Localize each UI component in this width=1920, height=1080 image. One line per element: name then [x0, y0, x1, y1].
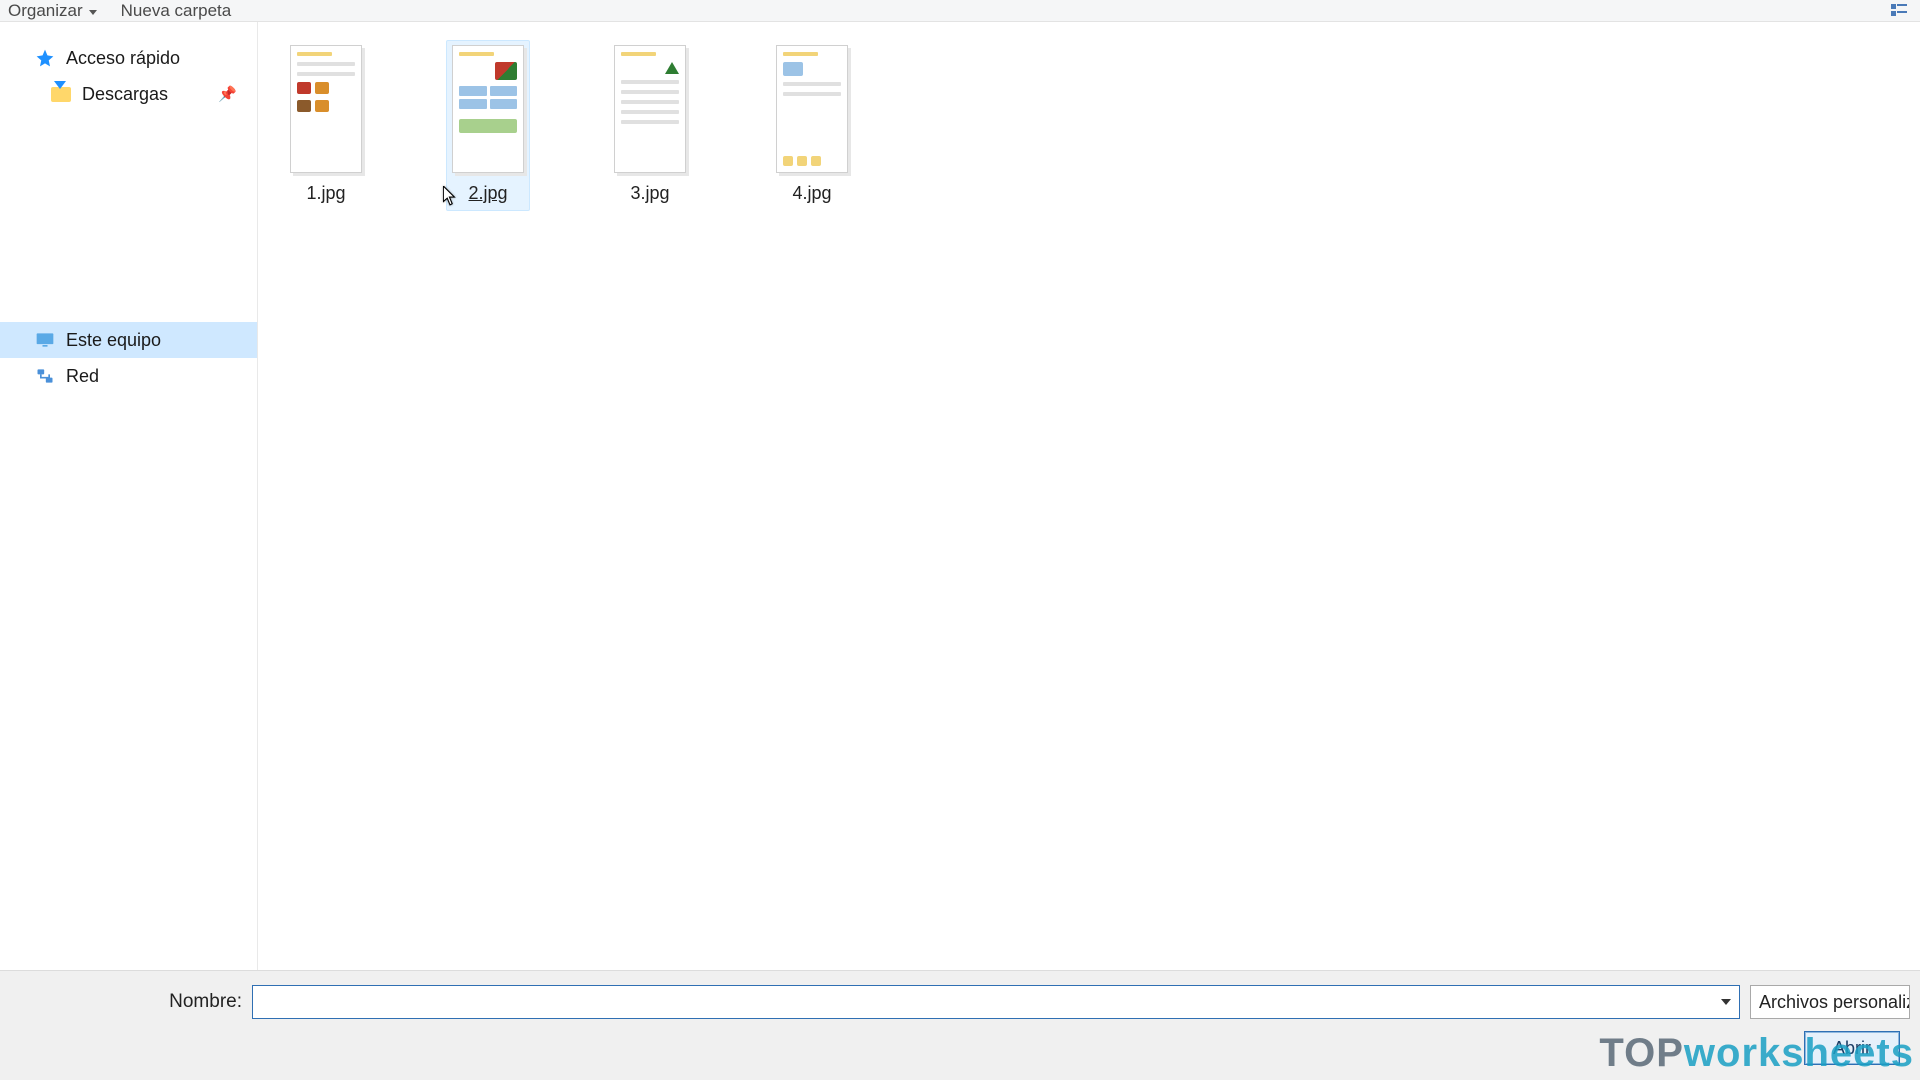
file-thumbnail — [776, 45, 848, 173]
nav-quick-access[interactable]: Acceso rápido — [0, 40, 257, 76]
file-thumbnail — [614, 45, 686, 173]
organize-label: Organizar — [8, 1, 83, 21]
chevron-down-icon — [1721, 999, 1731, 1005]
view-icon — [1891, 4, 1907, 18]
file-name: 1.jpg — [306, 183, 345, 204]
nav-spacer — [0, 112, 257, 322]
downloads-icon — [50, 83, 72, 105]
file-item[interactable]: 4.jpg — [770, 40, 854, 211]
new-folder-label: Nueva carpeta — [121, 1, 232, 20]
nav-this-pc-label: Este equipo — [66, 330, 161, 351]
nav-downloads[interactable]: Descargas 📌 — [0, 76, 257, 112]
nav-network[interactable]: Red — [0, 358, 257, 394]
filename-label: Nombre: — [10, 991, 242, 1013]
navigation-pane: Acceso rápido Descargas 📌 Este equipo Re… — [0, 22, 258, 970]
new-folder-button[interactable]: Nueva carpeta — [121, 1, 232, 21]
open-button-label: Abrir — [1833, 1038, 1871, 1058]
file-name: 3.jpg — [630, 183, 669, 204]
organize-menu[interactable]: Organizar — [8, 1, 97, 21]
monitor-icon — [34, 329, 56, 351]
chevron-down-icon — [89, 10, 97, 15]
view-options-button[interactable] — [1884, 0, 1914, 21]
file-name: 2.jpg — [468, 183, 507, 204]
file-thumbnail — [290, 45, 362, 173]
network-icon — [34, 365, 56, 387]
star-icon — [34, 47, 56, 69]
file-thumbnail — [452, 45, 524, 173]
nav-quick-access-label: Acceso rápido — [66, 48, 180, 69]
open-button[interactable]: Abrir — [1804, 1031, 1900, 1065]
file-item[interactable]: 2.jpg — [446, 40, 530, 211]
pin-icon: 📌 — [218, 85, 237, 103]
filename-input[interactable] — [253, 986, 1713, 1018]
toolbar: Organizar Nueva carpeta — [0, 0, 1920, 22]
file-item[interactable]: 3.jpg — [608, 40, 692, 211]
file-item[interactable]: 1.jpg — [284, 40, 368, 211]
nav-network-label: Red — [66, 366, 99, 387]
nav-downloads-label: Descargas — [82, 84, 168, 105]
filename-dropdown-button[interactable] — [1713, 986, 1739, 1018]
filetype-filter-label: Archivos personaliz — [1759, 992, 1910, 1013]
filetype-filter[interactable]: Archivos personaliz — [1750, 985, 1910, 1019]
bottom-panel: Nombre: Archivos personaliz Abrir — [0, 970, 1920, 1080]
nav-this-pc[interactable]: Este equipo — [0, 322, 257, 358]
file-list[interactable]: 1.jpg 2.jpg 3.jpg — [258, 22, 1920, 970]
main-area: Acceso rápido Descargas 📌 Este equipo Re… — [0, 22, 1920, 970]
file-name: 4.jpg — [792, 183, 831, 204]
filename-combo[interactable] — [252, 985, 1740, 1019]
